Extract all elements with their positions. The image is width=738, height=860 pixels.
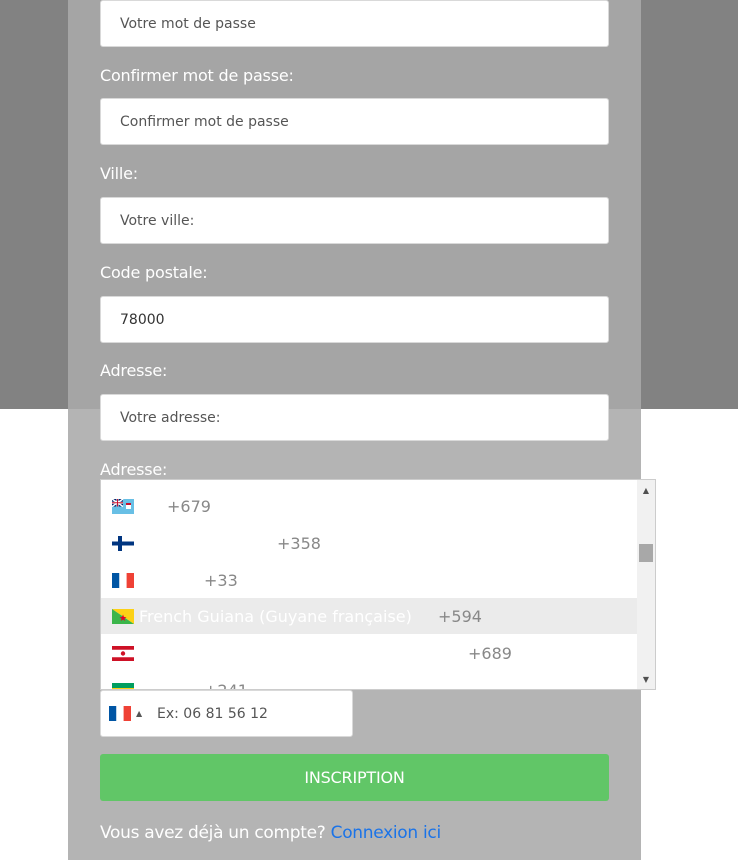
country-option-finland[interactable]: +358 [101,525,637,561]
fiji-flag-icon [112,498,134,514]
address-field[interactable]: Votre adresse: [100,394,609,441]
city-label: Ville: [100,164,138,183]
postal-code-label: Code postale: [100,263,208,282]
confirm-password-label: Confirmer mot de passe: [100,66,294,85]
postal-code-field[interactable]: 78000 [100,296,609,343]
login-link[interactable]: Connexion ici [331,823,442,843]
address-placeholder: Votre adresse: [120,409,221,426]
city-placeholder: Votre ville: [120,212,195,229]
country-option-fiji[interactable]: +679 [101,488,637,524]
dial-code: +33 [204,570,238,590]
city-field[interactable]: Votre ville: [100,197,609,244]
dial-code: +689 [468,643,512,663]
scrollbar-thumb[interactable] [639,544,653,562]
france-flag-icon [109,706,131,721]
gabon-flag-icon [112,682,134,689]
dial-code: +594 [438,606,482,626]
phone-label: Adresse: [100,460,168,479]
scroll-down-arrow-icon[interactable]: ▼ [637,671,655,687]
address-label: Adresse: [100,361,168,380]
french-polynesia-flag-icon [112,645,134,661]
signup-button[interactable]: INSCRIPTION [100,754,609,801]
confirm-password-field[interactable]: Confirmer mot de passe [100,98,609,145]
country-name: French Guiana (Guyane française) [139,606,412,626]
login-prompt: Vous avez déjà un compte? Connexion ici [100,823,441,843]
postal-code-value: 78000 [120,311,165,328]
scroll-up-arrow-icon[interactable]: ▲ [637,482,655,498]
country-option-france[interactable]: +33 [101,562,637,598]
password-field[interactable]: Votre mot de passe [100,0,609,47]
phone-field[interactable]: ▲ Ex: 06 81 56 12 [100,690,353,737]
dial-code: +358 [277,533,321,553]
dial-code: +241 [204,681,248,690]
country-selector-button[interactable]: ▲ [109,691,153,736]
caret-up-icon: ▲ [136,709,143,718]
country-option-gabon[interactable]: +241 [101,672,637,689]
login-prompt-text: Vous avez déjà un compte? [100,823,326,843]
password-placeholder: Votre mot de passe [120,15,256,32]
france-flag-icon [112,572,134,588]
country-list: +679 +358 +33 French Guiana (Guyane fran… [101,480,637,689]
country-option-french-guiana[interactable]: French Guiana (Guyane française) +594 [101,598,637,634]
dropdown-scrollbar[interactable]: ▲ ▼ [637,480,655,689]
confirm-password-placeholder: Confirmer mot de passe [120,113,289,130]
french-guiana-flag-icon [112,608,134,624]
country-code-dropdown[interactable]: +679 +358 +33 French Guiana (Guyane fran… [100,479,656,690]
dial-code: +679 [167,496,211,516]
phone-placeholder: Ex: 06 81 56 12 [157,705,268,722]
finland-flag-icon [112,535,134,551]
country-option-french-polynesia[interactable]: +689 [101,635,637,671]
